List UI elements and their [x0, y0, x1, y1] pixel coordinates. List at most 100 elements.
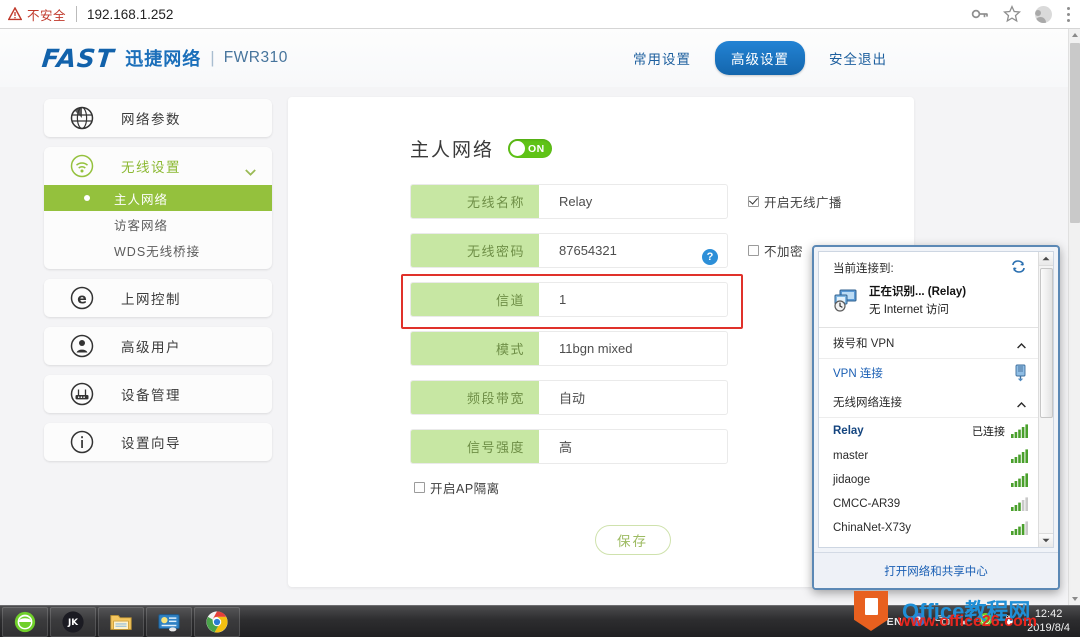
network-ssid: master	[833, 450, 868, 462]
scroll-up-arrow-icon[interactable]	[1039, 252, 1054, 266]
key-icon[interactable]	[971, 5, 989, 23]
sidebar-label-advanced-user: 高级用户	[121, 336, 181, 356]
taskbar-item-jk-app[interactable]: JK	[50, 607, 96, 637]
bandwidth-select[interactable]: 频段带宽 自动	[410, 380, 728, 415]
sidebar-subitem-guest-network[interactable]: 访客网络	[44, 211, 272, 237]
page-title: 主人网络	[410, 135, 494, 162]
password-input[interactable]: 87654321	[539, 234, 727, 267]
qq-penguin-icon[interactable]	[1002, 611, 1016, 632]
ssid-field[interactable]: 无线名称 Relay	[410, 184, 728, 219]
star-icon[interactable]	[1003, 5, 1021, 23]
mode-value[interactable]: 11bgn mixed	[539, 332, 727, 365]
profile-avatar-icon[interactable]	[1035, 6, 1052, 23]
help-icon[interactable]: ?	[702, 249, 718, 265]
signal-bars-icon	[1011, 497, 1028, 511]
brand-name: FAST	[40, 44, 115, 73]
sidebar-item-internet-control[interactable]: e 上网控制	[44, 279, 272, 317]
clock-time: 12:42	[1035, 608, 1063, 622]
broadcast-checkbox[interactable]: 开启无线广播	[748, 192, 842, 211]
active-bullet-icon	[84, 195, 90, 201]
sidebar-wireless-header[interactable]: 无线设置	[44, 147, 272, 185]
network-icon[interactable]	[935, 613, 950, 631]
taskbar-item-ie-browser[interactable]	[2, 607, 48, 637]
flyout-scrollbar[interactable]	[1038, 252, 1053, 547]
network-item-truncated[interactable]	[819, 540, 1038, 547]
svg-text:e: e	[77, 291, 87, 307]
network-item-master[interactable]: master	[819, 444, 1038, 468]
network-item-chinanet-x73y[interactable]: ChinaNet-X73y	[819, 516, 1038, 540]
ap-isolation-checkbox[interactable]: 开启AP隔离	[414, 478, 500, 497]
sidebar-item-wireless-settings[interactable]: 无线设置 主人网络	[44, 147, 272, 269]
signal-bars-icon	[1011, 449, 1028, 463]
scroll-up-arrow-icon[interactable]	[1069, 29, 1080, 41]
network-ssid: Relay	[833, 425, 864, 437]
scroll-down-arrow-icon[interactable]	[1069, 593, 1080, 605]
tray-ie-icon[interactable]	[978, 612, 993, 632]
mode-select[interactable]: 模式 11bgn mixed	[410, 331, 728, 366]
sidebar-subitem-wds-bridge[interactable]: WDS无线桥接	[44, 237, 272, 263]
checkbox-icon[interactable]	[748, 245, 759, 256]
router-icon	[69, 381, 95, 407]
network-item-cmcc-ar39[interactable]: CMCC-AR39	[819, 492, 1038, 516]
top-navigation: 常用设置 高级设置 安全退出	[617, 41, 1068, 75]
signal-bars-icon	[1011, 521, 1028, 535]
ssid-input[interactable]: Relay	[539, 185, 727, 218]
current-connection-row[interactable]: 正在识别... (Relay) 无 Internet 访问	[819, 280, 1038, 328]
browser-address-bar[interactable]: 不安全 192.168.1.252	[0, 0, 1080, 29]
chevron-down-icon[interactable]	[245, 163, 256, 170]
network-item-jidaoge[interactable]: jidaoge	[819, 468, 1038, 492]
address-divider	[76, 6, 77, 22]
toggle-knob	[510, 141, 525, 156]
vpn-connection-item[interactable]: VPN 连接	[819, 359, 1038, 387]
kebab-menu-icon[interactable]	[1066, 7, 1070, 22]
dialup-vpn-section[interactable]: 拨号和 VPN	[819, 328, 1038, 359]
channel-label: 信道	[411, 283, 539, 316]
ap-isolation-label: 开启AP隔离	[430, 478, 500, 497]
chevron-up-icon[interactable]	[1017, 340, 1026, 346]
sidebar-item-advanced-user[interactable]: 高级用户	[44, 327, 272, 365]
sidebar-item-device-management[interactable]: 设备管理	[44, 375, 272, 413]
system-tray: EN ?	[887, 606, 1080, 637]
sidebar-item-network-params[interactable]: 网络参数	[44, 99, 272, 137]
signal-strength-value[interactable]: 高	[539, 430, 727, 463]
network-item-relay[interactable]: Relay 已连接	[819, 418, 1038, 444]
url-text[interactable]: 192.168.1.252	[87, 7, 173, 22]
channel-select[interactable]: 信道 1	[410, 282, 728, 317]
sidebar-item-setup-wizard[interactable]: 设置向导	[44, 423, 272, 461]
taskbar-item-chrome-browser[interactable]	[194, 607, 240, 637]
scroll-down-arrow-icon[interactable]	[1039, 533, 1054, 547]
taskbar-item-blue-app[interactable]	[146, 607, 192, 637]
open-network-sharing-center-link[interactable]: 打开网络和共享中心	[814, 552, 1058, 588]
topnav-item-common-settings[interactable]: 常用设置	[617, 41, 707, 75]
scrollbar-thumb[interactable]	[1070, 43, 1080, 223]
input-method-indicator[interactable]: EN	[887, 616, 903, 628]
show-hidden-icons-chevron-up-icon[interactable]	[959, 613, 969, 631]
save-button[interactable]: 保存	[595, 525, 671, 555]
sidebar-label-wireless-settings: 无线设置	[121, 156, 181, 176]
refresh-icon[interactable]	[1011, 260, 1026, 273]
help-circle-icon[interactable]: ?	[911, 612, 926, 632]
taskbar-item-file-explorer[interactable]	[98, 607, 144, 637]
topnav-item-advanced-settings[interactable]: 高级设置	[715, 41, 805, 75]
wireless-section[interactable]: 无线网络连接	[819, 387, 1038, 418]
channel-value[interactable]: 1	[539, 283, 727, 316]
panel-header: 主人网络 ON	[288, 97, 914, 162]
checkbox-icon[interactable]	[748, 196, 759, 207]
host-network-toggle[interactable]: ON	[508, 139, 552, 158]
no-encryption-checkbox-label: 不加密	[764, 241, 803, 260]
screenshot-root: 不安全 192.168.1.252	[0, 0, 1080, 637]
sidebar-subitem-host-network[interactable]: 主人网络	[44, 185, 272, 211]
svg-text:?: ?	[916, 615, 921, 625]
signal-strength-select[interactable]: 信号强度 高	[410, 429, 728, 464]
no-encryption-checkbox[interactable]: 不加密	[748, 241, 803, 260]
browser-scrollbar[interactable]	[1068, 29, 1080, 605]
topnav-item-logout[interactable]: 安全退出	[813, 41, 903, 75]
flyout-scrollbar-thumb[interactable]	[1040, 268, 1053, 418]
bandwidth-value[interactable]: 自动	[539, 381, 727, 414]
password-field[interactable]: 无线密码 87654321	[410, 233, 728, 268]
clock[interactable]: 12:42 2019/8/4	[1027, 608, 1074, 636]
chevron-up-icon[interactable]	[1017, 399, 1026, 405]
network-ssid: ChinaNet-X73y	[833, 522, 911, 534]
password-label: 无线密码	[411, 234, 539, 267]
checkbox-icon[interactable]	[414, 482, 425, 493]
